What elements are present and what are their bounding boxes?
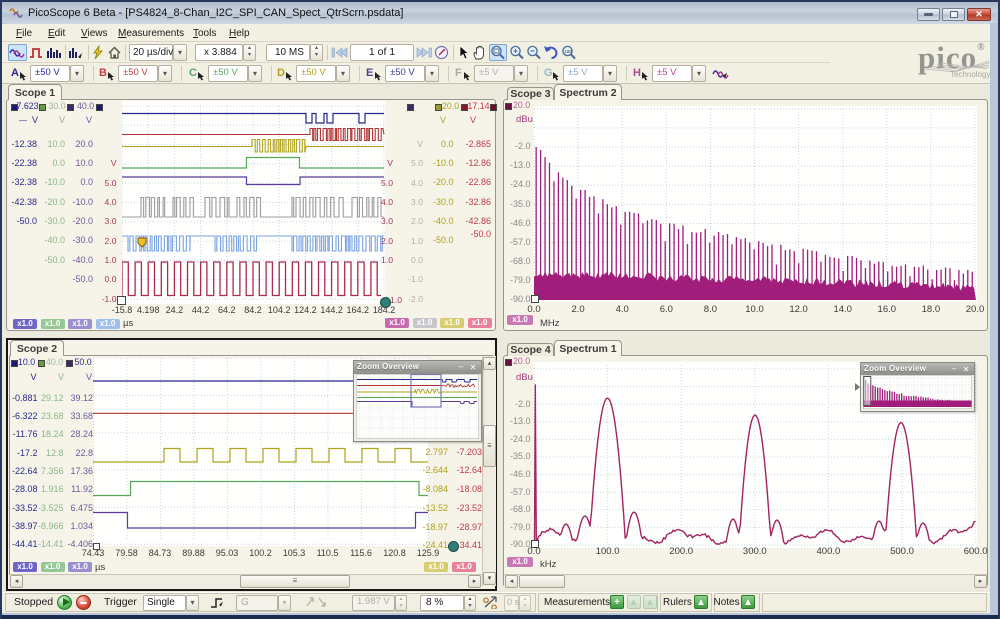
svg-text:100: 100 — [564, 49, 572, 54]
